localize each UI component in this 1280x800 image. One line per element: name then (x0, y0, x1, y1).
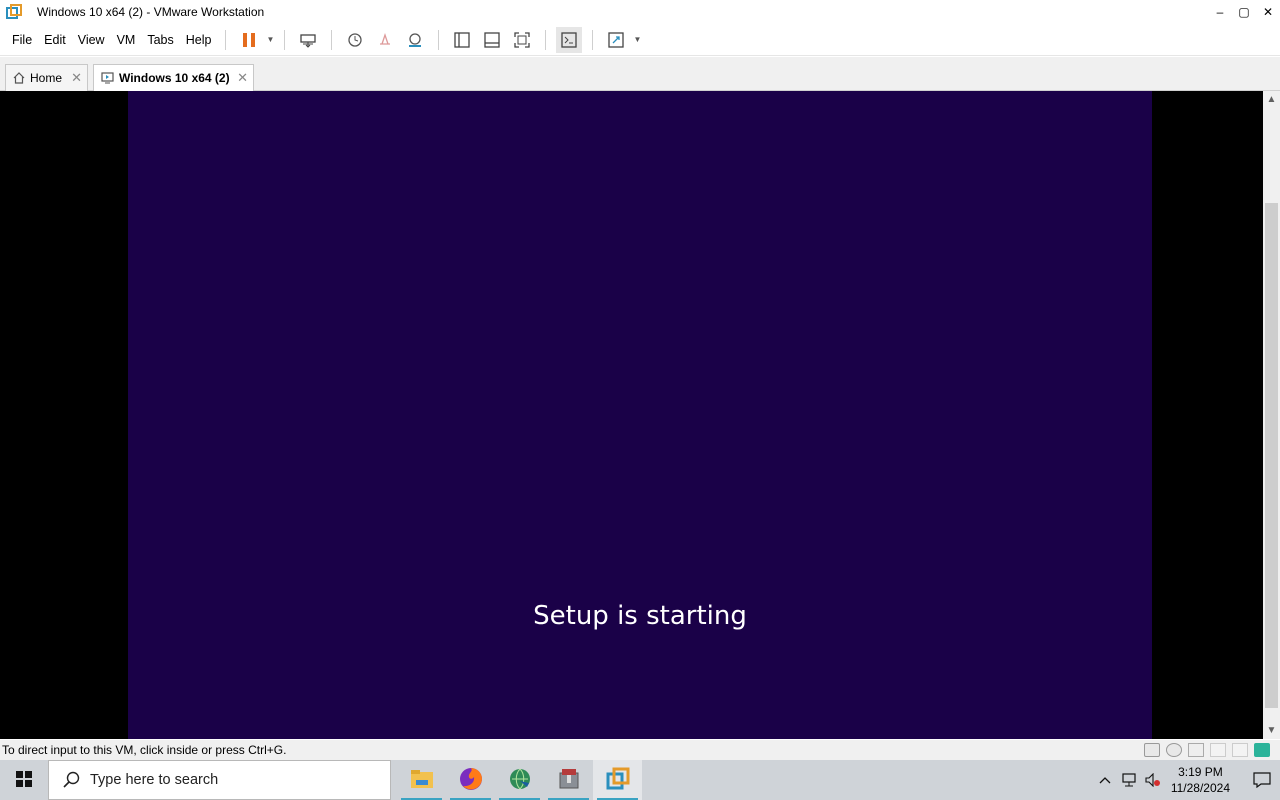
snapshot-icon[interactable] (342, 27, 368, 53)
menu-view[interactable]: View (72, 24, 111, 56)
scroll-up-icon[interactable]: ▲ (1263, 91, 1280, 108)
archive-app-icon (557, 767, 581, 794)
taskbar-file-explorer[interactable] (397, 760, 446, 800)
message-log-icon[interactable] (1254, 743, 1270, 757)
usb-icon[interactable] (1210, 743, 1226, 757)
tab-vm-label: Windows 10 x64 (2) (119, 71, 230, 85)
tab-home-close-icon[interactable]: ✕ (71, 70, 82, 86)
hard-disk-icon[interactable] (1144, 743, 1160, 757)
guest-screen[interactable]: Setup is starting (128, 91, 1152, 739)
home-icon (13, 72, 25, 84)
toolbar-separator (592, 29, 594, 50)
fit-guest-icon[interactable] (509, 27, 535, 53)
send-ctrl-alt-del-icon[interactable] (295, 27, 321, 53)
clock-time: 3:19 PM (1178, 765, 1223, 779)
toolbar-separator (438, 29, 440, 50)
menu-vm[interactable]: VM (111, 24, 142, 56)
taskbar-archive-app[interactable] (544, 760, 593, 800)
scroll-down-icon[interactable]: ▼ (1263, 722, 1280, 739)
show-library-icon[interactable] (449, 27, 475, 53)
clock-date: 11/28/2024 (1170, 781, 1230, 795)
vertical-scrollbar[interactable]: ▲ ▼ (1263, 91, 1280, 739)
chevron-up-icon[interactable] (1093, 760, 1117, 800)
revert-snapshot-icon[interactable] (372, 27, 398, 53)
internet-download-manager-icon (508, 767, 532, 794)
windows-logo-icon (16, 770, 32, 790)
tab-home-label: Home (30, 71, 63, 85)
close-button[interactable]: ✕ (1256, 0, 1280, 24)
taskbar-search-box[interactable]: Type here to search (48, 760, 391, 800)
tab-bar: Home ✕ Windows 10 x64 (2) ✕ (0, 57, 1280, 91)
system-tray: 3:19 PM 11/28/2024 (1093, 760, 1280, 800)
scrollbar-thumb[interactable] (1265, 203, 1278, 708)
network-adapter-icon[interactable] (1188, 743, 1204, 757)
toolbar-separator (225, 29, 227, 50)
menu-tabs[interactable]: Tabs (141, 24, 179, 56)
vm-console[interactable]: Setup is starting (0, 91, 1263, 739)
power-dropdown-icon[interactable]: ▼ (264, 27, 276, 53)
notification-center-icon[interactable] (1244, 760, 1280, 800)
setup-status-text: Setup is starting (533, 601, 747, 631)
taskbar-download-manager[interactable] (495, 760, 544, 800)
thumbnail-bar-icon[interactable] (479, 27, 505, 53)
pause-icon[interactable] (236, 27, 262, 53)
taskbar-vmware-workstation[interactable] (593, 760, 642, 800)
file-explorer-icon (410, 769, 434, 792)
cd-dvd-icon[interactable] (1166, 743, 1182, 757)
menu-file[interactable]: File (6, 24, 38, 56)
vmware-workstation-icon (606, 767, 630, 794)
status-message: To direct input to this VM, click inside… (2, 743, 287, 757)
taskbar-clock[interactable]: 3:19 PM 11/28/2024 (1171, 764, 1230, 796)
tab-home[interactable]: Home ✕ (5, 64, 88, 91)
search-icon (62, 771, 80, 789)
full-screen-icon[interactable] (603, 27, 629, 53)
taskbar: Type here to search 3:19 PM 11/28/2024 (0, 760, 1280, 800)
toolbar-separator (284, 29, 286, 50)
tab-vm[interactable]: Windows 10 x64 (2) ✕ (93, 64, 254, 91)
menu-help[interactable]: Help (180, 24, 218, 56)
tab-vm-close-icon[interactable]: ✕ (237, 70, 248, 86)
title-bar: Windows 10 x64 (2) - VMware Workstation … (0, 0, 1280, 24)
vm-icon (101, 72, 114, 84)
vmware-app-icon (2, 0, 26, 24)
sound-card-icon[interactable] (1232, 743, 1248, 757)
status-bar: To direct input to this VM, click inside… (0, 740, 1280, 760)
toolbar-separator (331, 29, 333, 50)
toolbar-separator (545, 29, 547, 50)
start-button[interactable] (0, 760, 48, 800)
maximize-button[interactable]: ▢ (1232, 0, 1256, 24)
menu-toolbar: File Edit View VM Tabs Help ▼ ▼ (0, 24, 1280, 56)
snapshot-manager-icon[interactable] (402, 27, 428, 53)
menu-edit[interactable]: Edit (38, 24, 72, 56)
volume-muted-icon[interactable] (1141, 760, 1165, 800)
firefox-icon (459, 767, 483, 794)
search-placeholder: Type here to search (90, 772, 219, 788)
full-screen-dropdown-icon[interactable]: ▼ (631, 27, 643, 53)
minimize-button[interactable]: – (1208, 0, 1232, 24)
console-view-icon[interactable] (556, 26, 583, 53)
network-icon[interactable] (1117, 760, 1141, 800)
window-title: Windows 10 x64 (2) - VMware Workstation (37, 5, 265, 19)
taskbar-firefox[interactable] (446, 760, 495, 800)
